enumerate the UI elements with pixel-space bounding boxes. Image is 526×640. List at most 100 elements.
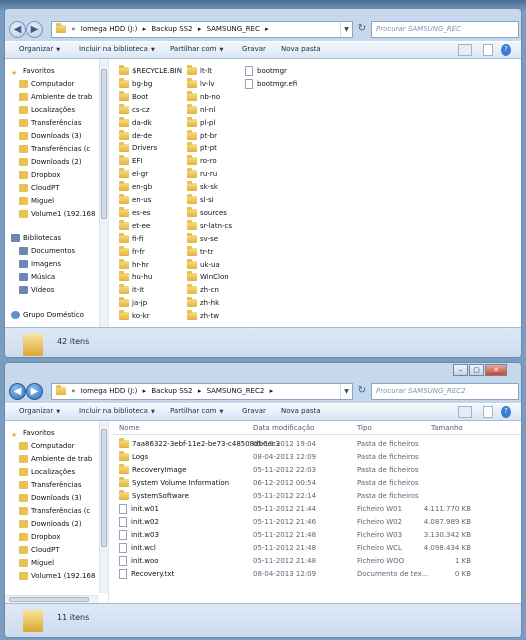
maximize-icon[interactable]: ▢ [469, 364, 484, 376]
file-item[interactable]: Drivers [119, 142, 157, 154]
table-row[interactable]: SystemSoftware 05-11-2012 22:14 Pasta de f… [111, 490, 521, 503]
search-input[interactable]: Procurar SAMSUNG_REC [371, 21, 519, 38]
burn-button[interactable]: Gravar [242, 45, 266, 53]
file-item[interactable]: de-de [119, 129, 152, 142]
help-icon[interactable]: ? [501, 406, 511, 418]
nav-item[interactable]: Transferências [19, 479, 81, 492]
table-row[interactable]: init.w03 05-11-2012 21:48 Ficheiro W03 3.13… [111, 529, 521, 542]
breadcrumb-current[interactable]: SAMSUNG_REC2 [207, 387, 265, 395]
share-with-button[interactable]: Partilhar com ▼ [170, 407, 223, 415]
nav-item[interactable]: Grupo Doméstico [11, 309, 84, 322]
nav-item[interactable]: Downloads (2) [19, 518, 82, 531]
nav-scrollbar[interactable] [99, 421, 108, 593]
close-icon[interactable]: ✕ [485, 364, 507, 376]
table-row[interactable]: init.woo 05-11-2012 21:48 Ficheiro WOO 1 KB [111, 555, 521, 568]
file-item[interactable]: bootmgr.efi [245, 78, 297, 90]
new-folder-button[interactable]: Nova pasta [281, 45, 321, 53]
view-options-icon[interactable] [458, 44, 472, 56]
file-item[interactable]: Boot [119, 90, 148, 103]
table-row[interactable]: 7aa86322-3ebf-11e2-be73-c48508db6ec3 05-1… [111, 438, 521, 451]
help-icon[interactable]: ? [501, 44, 511, 56]
file-item[interactable]: tr-tr [187, 245, 213, 258]
file-item[interactable]: sources [187, 206, 227, 219]
file-item[interactable]: ko-kr [119, 310, 150, 322]
file-item[interactable]: pt-pt [187, 142, 217, 154]
new-folder-button[interactable]: Nova pasta [281, 407, 321, 415]
preview-pane-icon[interactable] [483, 406, 493, 418]
view-options-icon[interactable] [458, 406, 472, 418]
file-item[interactable]: zh-cn [187, 284, 219, 296]
breadcrumb-drive[interactable]: Iomega HDD (J:) [81, 25, 138, 33]
nav-item[interactable]: Vídeos [19, 284, 54, 297]
file-item[interactable]: fi-fi [119, 232, 143, 245]
table-row[interactable]: init.w01 05-11-2012 21:44 Ficheiro W01 4.11… [111, 503, 521, 516]
column-date[interactable]: Data modificação [253, 424, 314, 432]
file-item[interactable]: it-it [119, 284, 144, 296]
nav-scrollbar[interactable] [99, 59, 108, 327]
file-item[interactable]: lv-lv [187, 77, 215, 90]
nav-item[interactable]: CloudPT [19, 544, 60, 557]
table-row[interactable]: Logs 08-04-2013 12:09 Pasta de ficheiros [111, 451, 521, 464]
file-item[interactable]: ja-jp [119, 297, 147, 309]
file-item[interactable]: lt-lt [187, 65, 212, 77]
file-item[interactable]: nb-no [187, 90, 220, 103]
nav-item[interactable]: Transferências [19, 117, 81, 130]
file-item[interactable]: nl-nl [187, 103, 215, 116]
nav-item[interactable]: Downloads (3) [19, 492, 82, 505]
nav-item[interactable]: Volume1 (192.168 [19, 570, 95, 583]
file-item[interactable]: ru-ru [187, 168, 217, 180]
file-item[interactable]: zh-tw [187, 310, 219, 322]
file-item[interactable]: sl-si [187, 194, 214, 206]
file-item[interactable]: hr-hr [119, 258, 149, 271]
address-dropdown-icon[interactable]: ▼ [340, 384, 352, 399]
include-library-button[interactable]: Incluir na biblioteca ▼ [79, 45, 155, 53]
nav-item[interactable]: Computador [19, 440, 75, 453]
address-bar[interactable]: « Iomega HDD (J:) ▸ Backup SS2 ▸ SAMSUNG… [51, 383, 353, 400]
nav-item[interactable]: Downloads (3) [19, 130, 82, 143]
table-row[interactable]: init.wcl 05-11-2012 21:48 Ficheiro WCL 4.09… [111, 542, 521, 555]
file-item[interactable]: et-ee [119, 219, 150, 232]
nav-item[interactable]: Downloads (2) [19, 156, 82, 169]
file-item[interactable]: WinClon [187, 271, 229, 283]
nav-item[interactable]: Dropbox [19, 169, 61, 182]
nav-horizontal-scrollbar[interactable] [5, 595, 99, 603]
file-item[interactable]: cs-cz [119, 103, 150, 116]
file-item[interactable]: ro-ro [187, 155, 217, 167]
table-row[interactable]: System Volume Information 06-12-2012 00:5… [111, 477, 521, 490]
search-input[interactable]: Procurar SAMSUNG_REC2 [371, 383, 519, 400]
file-item[interactable]: pt-br [187, 129, 217, 142]
breadcrumb-folder[interactable]: Backup SS2 [151, 25, 192, 33]
nav-item[interactable]: Computador [19, 78, 75, 91]
file-item[interactable]: bootmgr [245, 65, 287, 77]
burn-button[interactable]: Gravar [242, 407, 266, 415]
share-with-button[interactable]: Partilhar com ▼ [170, 45, 223, 53]
back-button[interactable]: ◀ [9, 21, 26, 38]
organize-button[interactable]: Organizar ▼ [19, 45, 60, 53]
address-dropdown-icon[interactable]: ▼ [340, 22, 352, 37]
nav-item[interactable]: Música [19, 271, 55, 284]
file-item[interactable]: $RECYCLE.BIN [119, 65, 182, 77]
nav-item[interactable]: Localizações [19, 104, 75, 117]
nav-item[interactable]: Transferências (c [19, 505, 90, 518]
forward-button[interactable]: ▶ [26, 21, 43, 38]
nav-item[interactable]: Transferências (c [19, 143, 90, 156]
file-item[interactable]: hu-hu [119, 271, 152, 283]
file-item[interactable]: zh-hk [187, 297, 219, 309]
file-item[interactable]: pl-pl [187, 116, 215, 129]
table-row[interactable]: Recovery.txt 08-04-2013 12:09 Documento de… [111, 568, 521, 581]
nav-item[interactable]: Ambiente de trab [19, 91, 92, 104]
file-item[interactable]: sr-latn-cs [187, 219, 232, 232]
file-item[interactable]: uk-ua [187, 258, 220, 271]
file-item[interactable]: EFI [119, 155, 143, 167]
refresh-icon[interactable]: ↻ [355, 22, 369, 37]
nav-item[interactable]: CloudPT [19, 182, 60, 195]
nav-item[interactable]: Bibliotecas [11, 232, 61, 245]
nav-item[interactable]: Dropbox [19, 531, 61, 544]
breadcrumb-folder[interactable]: Backup SS2 [151, 387, 192, 395]
minimize-icon[interactable]: – [453, 364, 468, 376]
include-library-button[interactable]: Incluir na biblioteca ▼ [79, 407, 155, 415]
file-item[interactable]: es-es [119, 206, 150, 219]
nav-item[interactable]: ★ Favoritos [11, 65, 55, 78]
file-item[interactable]: da-dk [119, 116, 152, 129]
file-item[interactable]: en-us [119, 194, 151, 206]
